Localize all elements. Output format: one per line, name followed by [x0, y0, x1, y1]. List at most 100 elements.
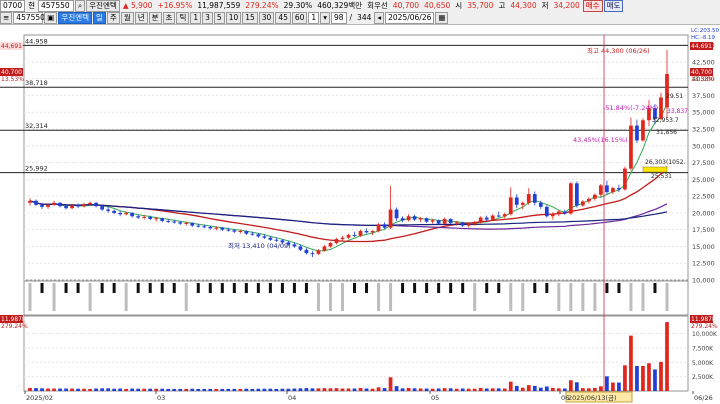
value-annotation-5: 25,531	[651, 173, 672, 180]
oscillator-bar	[545, 283, 549, 293]
volume-bar	[496, 388, 501, 391]
open-label: 시	[455, 1, 463, 10]
period-tick[interactable]: 틱	[176, 12, 190, 24]
period-minute[interactable]: 분	[148, 12, 162, 24]
minute-3[interactable]: 3	[202, 12, 213, 24]
sell-button[interactable]: 매도	[603, 0, 624, 12]
minute-1[interactable]: 1	[190, 12, 202, 24]
fib-annotation-2: 43.45%(16.15%)	[573, 136, 628, 144]
display-count-input[interactable]: 98	[330, 12, 347, 24]
low-price: 34,200	[553, 1, 580, 10]
calendar-prev-icon[interactable]: ◂	[374, 12, 385, 24]
stepper-icon[interactable]: ▾	[320, 12, 330, 24]
stock-code-input[interactable]: 457550	[38, 0, 74, 12]
volume-bar	[484, 388, 489, 391]
candle-body	[94, 202, 98, 207]
oscillator-bar	[100, 283, 104, 293]
volume-bar	[256, 388, 261, 391]
volume-bar	[280, 388, 285, 391]
stock-name-button[interactable]: 우진엔텍	[58, 12, 92, 24]
toolbar-periods: ≡ 457550 ▣ 우진엔텍 일 주 월 년 분 초 틱 1 3 5 10 1…	[0, 12, 720, 25]
period-year[interactable]: 년	[134, 12, 148, 24]
oscillator-bar	[76, 283, 80, 293]
candle-body	[635, 125, 639, 141]
minute-60[interactable]: 60	[291, 12, 308, 24]
volume-bar	[370, 388, 375, 391]
candle-body	[358, 231, 363, 236]
period-week[interactable]: 주	[106, 12, 120, 24]
candle-body	[88, 202, 92, 205]
level-label: 44,958	[25, 37, 48, 45]
candle-body	[442, 218, 447, 224]
candle-body	[599, 185, 603, 195]
oscillator-bar	[124, 283, 128, 311]
price-tick-label: 35,000	[692, 109, 715, 117]
candle-body	[220, 227, 225, 230]
oscillator-bar	[497, 283, 501, 293]
panel-frame-0	[23, 34, 689, 281]
value-annotation-4: 26,303(1052.	[645, 159, 686, 166]
candle-body	[166, 220, 171, 222]
screen-number[interactable]: 0700	[0, 0, 26, 12]
minute-15[interactable]: 15	[242, 12, 258, 24]
oscillator-bar	[316, 283, 320, 311]
candle-body	[623, 168, 627, 190]
minute-45[interactable]: 45	[275, 12, 291, 24]
side-label: 11,987K	[1, 316, 27, 323]
count-input[interactable]: 1	[308, 12, 320, 24]
minute-30[interactable]: 30	[258, 12, 275, 24]
candle-body	[641, 120, 645, 141]
oscillator-bar	[437, 283, 441, 293]
volume-value: 11,987,559	[197, 1, 241, 10]
oscillator-bar	[232, 283, 236, 293]
period-day[interactable]: 일	[93, 12, 106, 24]
oscillator-bar	[268, 283, 272, 293]
volume-tick-label: 5,000K	[692, 360, 714, 367]
candle-body	[34, 200, 38, 205]
minute-5[interactable]: 5	[213, 12, 225, 24]
candle-body	[400, 218, 405, 221]
calendar-icon[interactable]: ▦	[435, 12, 449, 24]
tools-icon[interactable]: ≡	[0, 12, 13, 24]
candle-body	[172, 221, 177, 223]
oscillator-bar	[28, 283, 32, 311]
price-change: ▲ 5,900	[122, 1, 153, 10]
volume-bar	[346, 388, 351, 391]
candle-body	[202, 226, 207, 228]
oscillator-bar	[509, 283, 513, 311]
buy-button[interactable]: 매수	[582, 0, 603, 12]
volume-bar	[460, 388, 465, 391]
oscillator-bar	[340, 283, 344, 311]
oscillator-bar	[653, 283, 657, 293]
oscillator-bar	[136, 283, 140, 293]
candle-body	[118, 212, 123, 215]
candle-body	[268, 237, 273, 240]
volume-bar	[538, 387, 543, 391]
side-label: 44,691	[691, 43, 712, 50]
volume-bar	[40, 388, 44, 391]
trade-share: 29.30%	[283, 1, 313, 10]
cursor-date-label: 2025/06/13(금)	[568, 394, 617, 402]
date-input[interactable]: 2025/06/26	[385, 12, 435, 24]
code-field[interactable]: 457550	[13, 12, 45, 24]
lock-icon[interactable]: ▣	[44, 12, 58, 24]
candle-body	[454, 222, 459, 224]
volume-tick-label: 7,500K	[692, 345, 714, 352]
volume-bar	[478, 387, 483, 391]
volume-bar	[587, 388, 591, 391]
period-month[interactable]: 월	[120, 12, 134, 24]
search-icon[interactable]: ⌕	[75, 0, 86, 12]
candle-body	[376, 224, 381, 231]
candle-body	[574, 183, 579, 206]
volume-bar	[142, 388, 147, 391]
period-second[interactable]: 초	[162, 12, 176, 24]
oscillator-bar	[64, 283, 68, 293]
candle-body	[28, 200, 32, 203]
candle-body	[430, 220, 435, 222]
price-tick-label: 30,000	[692, 142, 715, 150]
minute-10[interactable]: 10	[225, 12, 242, 24]
stock-chart[interactable]: 44,958 38,718 32,314 25,992 2025/06/13(금) 최고…	[0, 25, 720, 404]
candle-body	[593, 194, 597, 199]
stock-name-field[interactable]: 우진엔텍	[86, 0, 120, 12]
oscillator-bar	[88, 283, 92, 311]
